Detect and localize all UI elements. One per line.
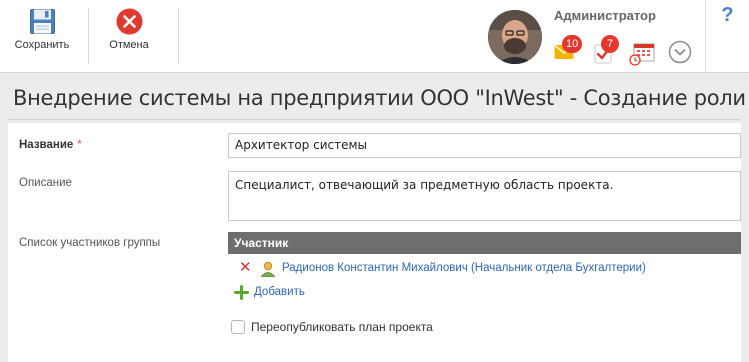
- help-icon: ?: [721, 4, 734, 26]
- member-row: ✕ Радионов Константин Михайлович (Началь…: [228, 259, 741, 279]
- member-link[interactable]: Радионов Константин Михайлович (Начальни…: [282, 262, 646, 274]
- title-divider: [8, 119, 741, 120]
- name-label-text: Название: [19, 139, 74, 151]
- add-member-label: Добавить: [254, 286, 305, 298]
- more-button[interactable]: [668, 40, 692, 64]
- user-photo: [488, 10, 542, 64]
- user-icon: [260, 261, 276, 277]
- close-circle-icon: [116, 8, 143, 35]
- republish-label[interactable]: Переопубликовать план проекта: [251, 320, 433, 334]
- role-form: Название * Архитектор системы Описание Сп…: [8, 123, 741, 362]
- republish-checkbox[interactable]: [231, 320, 245, 334]
- chevron-down-circle-icon: [668, 40, 692, 64]
- avatar[interactable]: [488, 10, 542, 64]
- required-mark: *: [77, 139, 82, 151]
- members-field-label: Список участников группы: [19, 237, 161, 249]
- top-toolbar: Сохранить Отмена Администратор 10 7 ?: [0, 0, 749, 73]
- messages-count-badge: 10: [562, 35, 583, 53]
- toolbar-divider: [178, 8, 179, 64]
- description-textarea[interactable]: Специалист, отвечающий за предметную обл…: [228, 171, 741, 221]
- user-name[interactable]: Администратор: [554, 8, 656, 23]
- members-grid-header[interactable]: Участник: [228, 232, 741, 254]
- calendar-clock-icon: [629, 43, 655, 66]
- plus-icon: [234, 285, 249, 300]
- cancel-button[interactable]: Отмена: [89, 0, 169, 72]
- save-button-label: Сохранить: [14, 39, 70, 51]
- delete-x-icon[interactable]: ✕: [239, 260, 252, 276]
- tasks-count-badge: 7: [601, 35, 619, 53]
- name-field-label: Название *: [19, 139, 82, 151]
- save-button[interactable]: Сохранить: [0, 0, 84, 72]
- description-field-label: Описание: [19, 177, 72, 189]
- help-button[interactable]: ?: [705, 0, 749, 72]
- cancel-button-label: Отмена: [109, 39, 149, 51]
- page-title: Внедрение системы на предприятии ООО "In…: [13, 86, 746, 110]
- floppy-disk-icon: [30, 9, 55, 34]
- calendar-button[interactable]: [629, 42, 655, 66]
- name-input[interactable]: Архитектор системы: [228, 133, 741, 158]
